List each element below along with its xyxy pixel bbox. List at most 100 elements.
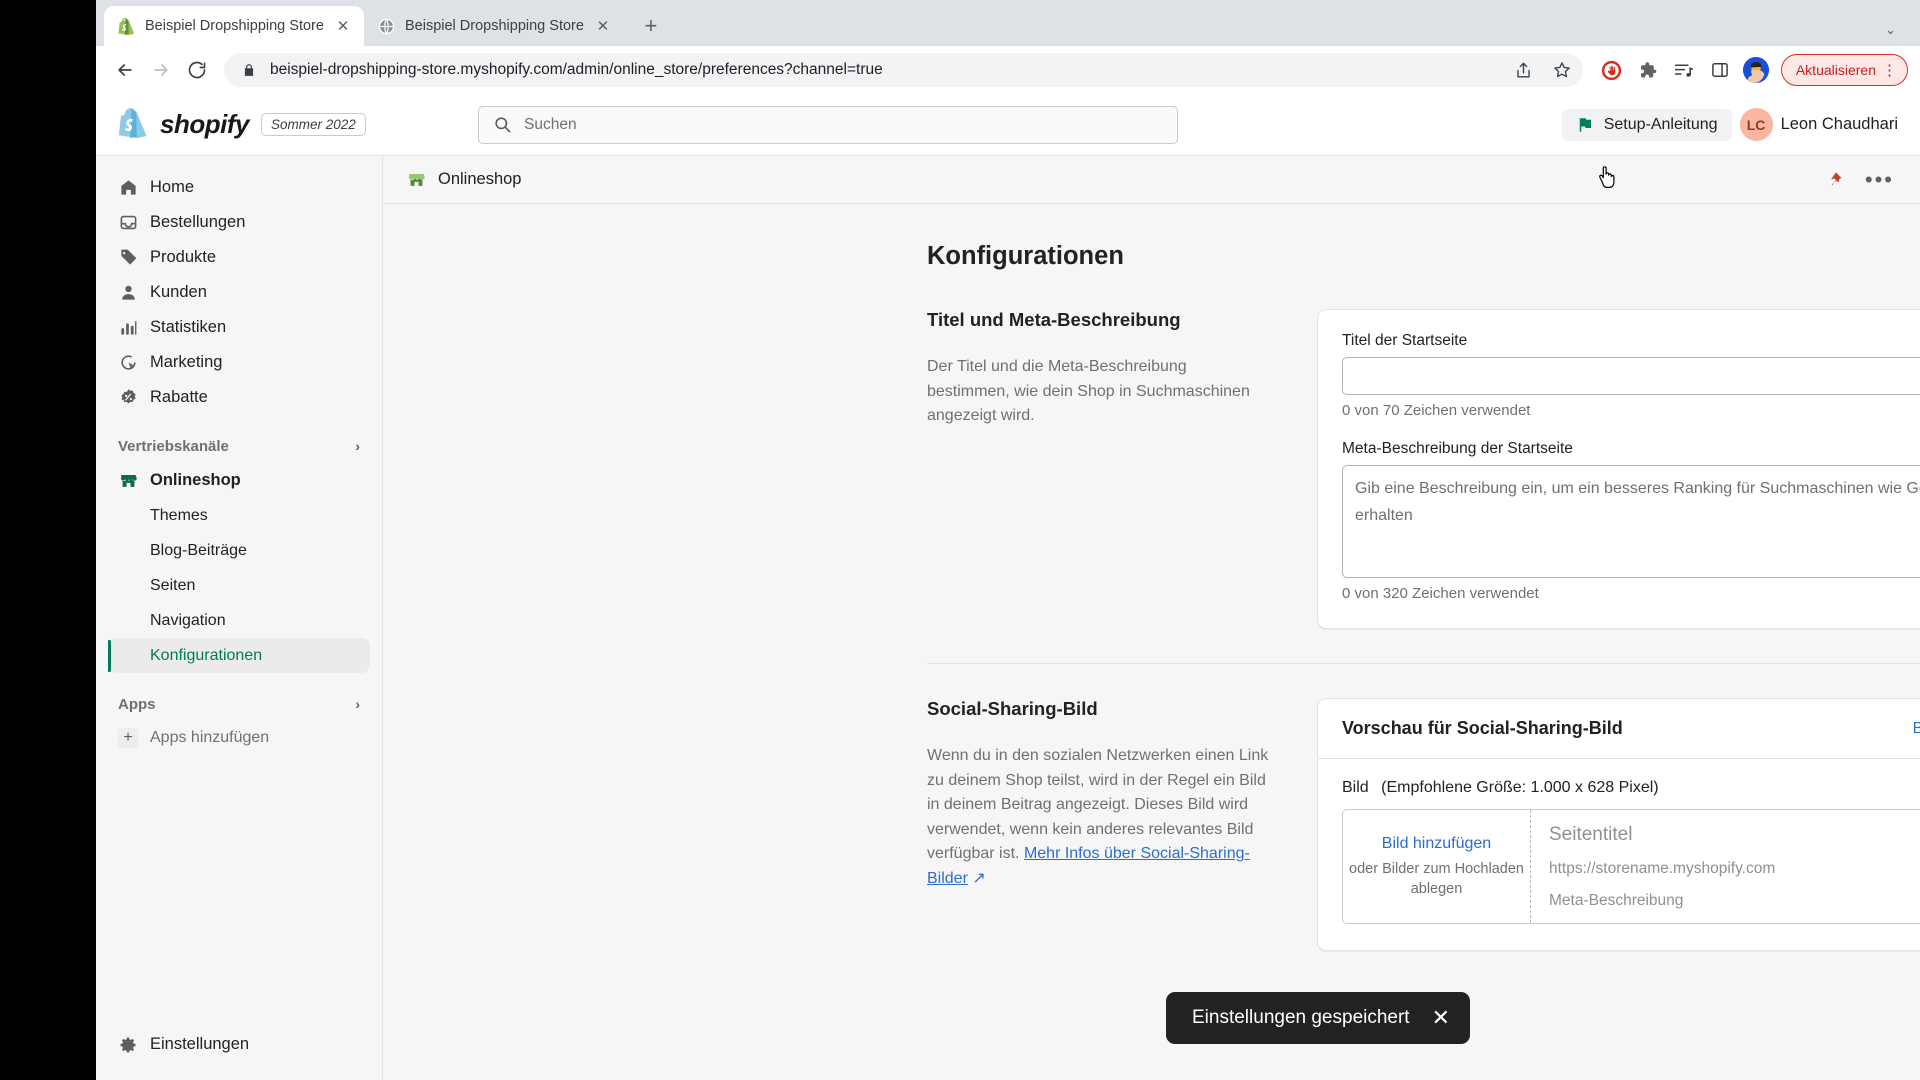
- sidebar-section-vertriebskanaele[interactable]: Vertriebskanäle ›: [108, 429, 370, 463]
- more-horizontal-icon[interactable]: •••: [1865, 168, 1894, 190]
- sidebar-item-bestellungen[interactable]: Bestellungen: [108, 205, 370, 240]
- dropzone-add-image-link[interactable]: Bild hinzufügen: [1382, 835, 1491, 853]
- dropzone-hint: oder Bilder zum Hochladen ablegen: [1349, 860, 1524, 897]
- update-button-label: Aktualisieren: [1795, 62, 1876, 78]
- address-bar[interactable]: beispiel-dropshipping-store.myshopify.co…: [224, 53, 1583, 87]
- sidebar-item-produkte[interactable]: Produkte: [108, 240, 370, 275]
- browser-window: Beispiel Dropshipping Store · K ✕ Beispi…: [96, 0, 1920, 1080]
- season-badge: Sommer 2022: [260, 113, 366, 136]
- sidebar-item-navigation[interactable]: Navigation: [108, 603, 370, 638]
- adblock-icon[interactable]: [1595, 53, 1629, 87]
- image-label: Bild: [1342, 779, 1369, 796]
- add-image-link[interactable]: Bild hinzufügen: [1913, 720, 1920, 738]
- lock-icon: [240, 57, 258, 83]
- shopify-logo[interactable]: shopify Sommer 2022: [118, 107, 478, 142]
- profile-avatar[interactable]: [1742, 57, 1769, 83]
- close-icon[interactable]: ✕: [1432, 1007, 1450, 1029]
- settings-page: Konfigurationen Titel und Meta-Beschreib…: [383, 204, 1920, 1080]
- meta-description-counter: 0 von 320 Zeichen verwendet: [1342, 585, 1539, 602]
- user-name[interactable]: Leon Chaudhari: [1781, 115, 1898, 134]
- sidebar-item-konfigurationen[interactable]: Konfigurationen: [108, 638, 370, 673]
- pin-icon[interactable]: [1826, 171, 1843, 188]
- share-icon[interactable]: [1511, 57, 1537, 83]
- marketing-target-icon: [118, 353, 138, 373]
- sidebar-item-label: Produkte: [150, 248, 217, 266]
- sidebar: Home Bestellungen Produkte Kunden Statis…: [96, 156, 383, 1080]
- sidebar-item-seiten[interactable]: Seiten: [108, 568, 370, 603]
- reload-button[interactable]: [180, 53, 214, 87]
- social-preview-box: Bild hinzufügen oder Bilder zum Hochlade…: [1342, 809, 1920, 924]
- back-button[interactable]: [108, 53, 142, 87]
- sidebar-section-label: Apps: [118, 695, 156, 713]
- sidebar-item-label: Einstellungen: [150, 1035, 250, 1053]
- toast-notification: Einstellungen gespeichert ✕: [1166, 992, 1471, 1044]
- section-divider: [927, 663, 1920, 664]
- avatar[interactable]: LC: [1739, 108, 1773, 141]
- meta-description-textarea[interactable]: Gib eine Beschreibung ein, um ein besser…: [1342, 465, 1920, 578]
- image-size-hint: (Empfohlene Größe: 1.000 x 628 Pixel): [1381, 779, 1659, 796]
- browser-tab-2[interactable]: Beispiel Dropshipping Store ✕: [364, 6, 624, 46]
- sidebar-item-apps-hinzufuegen[interactable]: + Apps hinzufügen: [108, 721, 370, 755]
- section-heading: Social-Sharing-Bild: [927, 698, 1098, 719]
- new-tab-button[interactable]: +: [634, 9, 668, 43]
- channel-bar: Onlineshop •••: [383, 156, 1920, 204]
- homepage-title-label: Titel der Startseite: [1342, 332, 1468, 349]
- plus-icon: +: [118, 728, 138, 748]
- search-icon: [493, 115, 512, 134]
- update-button[interactable]: Aktualisieren ⋮: [1780, 54, 1908, 86]
- meta-description-label: Meta-Beschreibung der Startseite: [1342, 440, 1573, 457]
- homepage-title-input[interactable]: [1342, 357, 1920, 395]
- image-dropzone[interactable]: Bild hinzufügen oder Bilder zum Hochlade…: [1343, 810, 1531, 923]
- sidebar-item-home[interactable]: Home: [108, 170, 370, 205]
- chevron-right-icon[interactable]: ›: [355, 696, 360, 712]
- search-input[interactable]: Suchen: [478, 105, 1178, 144]
- main-content: Onlineshop ••• Konfigurationen Titel und…: [383, 156, 1920, 1080]
- sidebar-item-blog-beitraege[interactable]: Blog-Beiträge: [108, 533, 370, 568]
- section-description: Der Titel und die Meta-Beschreibung best…: [927, 358, 1250, 424]
- chevron-down-icon[interactable]: ⌄: [1885, 22, 1896, 38]
- sidebar-section-label: Vertriebskanäle: [118, 437, 229, 455]
- sidebar-item-rabatte[interactable]: Rabatte: [108, 380, 370, 415]
- bookmark-star-icon[interactable]: [1549, 57, 1575, 83]
- sidebar-section-apps[interactable]: Apps ›: [108, 687, 370, 721]
- external-link-icon: ↗: [972, 869, 986, 887]
- setup-guide-button[interactable]: Setup-Anleitung: [1561, 108, 1732, 141]
- url-text: beispiel-dropshipping-store.myshopify.co…: [270, 61, 883, 78]
- shopify-wordmark: shopify: [160, 109, 249, 139]
- browser-tab-1[interactable]: Beispiel Dropshipping Store · K ✕: [104, 6, 364, 46]
- sidebar-subnav: Themes Blog-Beiträge Seiten Navigation K…: [108, 498, 370, 673]
- preview-url: https://storename.myshopify.com: [1549, 860, 1776, 877]
- sidebar-item-marketing[interactable]: Marketing: [108, 345, 370, 380]
- chevron-right-icon[interactable]: ›: [355, 438, 360, 454]
- more-vertical-icon[interactable]: ⋮: [1882, 61, 1897, 79]
- section-social-sharing: Social-Sharing-Bild Wenn du in den sozia…: [383, 698, 1920, 951]
- seo-card: Titel der Startseite 0 von 70 Zeichen ve…: [1317, 309, 1920, 629]
- extensions-puzzle-icon[interactable]: [1631, 53, 1665, 87]
- tab-title: Beispiel Dropshipping Store: [405, 18, 584, 34]
- preview-meta-description: Meta-Beschreibung: [1549, 892, 1684, 909]
- sidebar-item-themes[interactable]: Themes: [108, 498, 370, 533]
- flag-icon: [1576, 116, 1594, 134]
- app-body: Home Bestellungen Produkte Kunden Statis…: [96, 156, 1920, 1080]
- discount-percent-icon: [118, 388, 138, 408]
- forward-button[interactable]: [144, 53, 178, 87]
- close-icon[interactable]: ✕: [334, 17, 352, 35]
- preview-page-title: Seitentitel: [1549, 824, 1633, 845]
- sidebar-item-label: Home: [150, 178, 195, 196]
- section-titel-meta: Titel und Meta-Beschreibung Der Titel un…: [383, 309, 1920, 629]
- channel-title: Onlineshop: [438, 170, 522, 188]
- sidebar-item-einstellungen[interactable]: Einstellungen: [108, 1027, 370, 1062]
- search-placeholder: Suchen: [524, 115, 577, 133]
- sidebar-item-label: Statistiken: [150, 318, 227, 336]
- shopify-icon: [118, 17, 135, 35]
- topbar-actions: Setup-Anleitung LC Leon Chaudhari: [1561, 108, 1898, 141]
- sidebar-item-onlineshop[interactable]: Onlineshop: [108, 463, 370, 498]
- sidebar-item-kunden[interactable]: Kunden: [108, 275, 370, 310]
- page-title: Konfigurationen: [927, 242, 1124, 270]
- sidebar-item-label: Rabatte: [150, 388, 208, 406]
- reading-list-icon[interactable]: [1667, 53, 1701, 87]
- close-icon[interactable]: ✕: [594, 17, 612, 35]
- tab-title: Beispiel Dropshipping Store · K: [145, 18, 324, 34]
- sidebar-item-statistiken[interactable]: Statistiken: [108, 310, 370, 345]
- side-panel-icon[interactable]: [1703, 53, 1737, 87]
